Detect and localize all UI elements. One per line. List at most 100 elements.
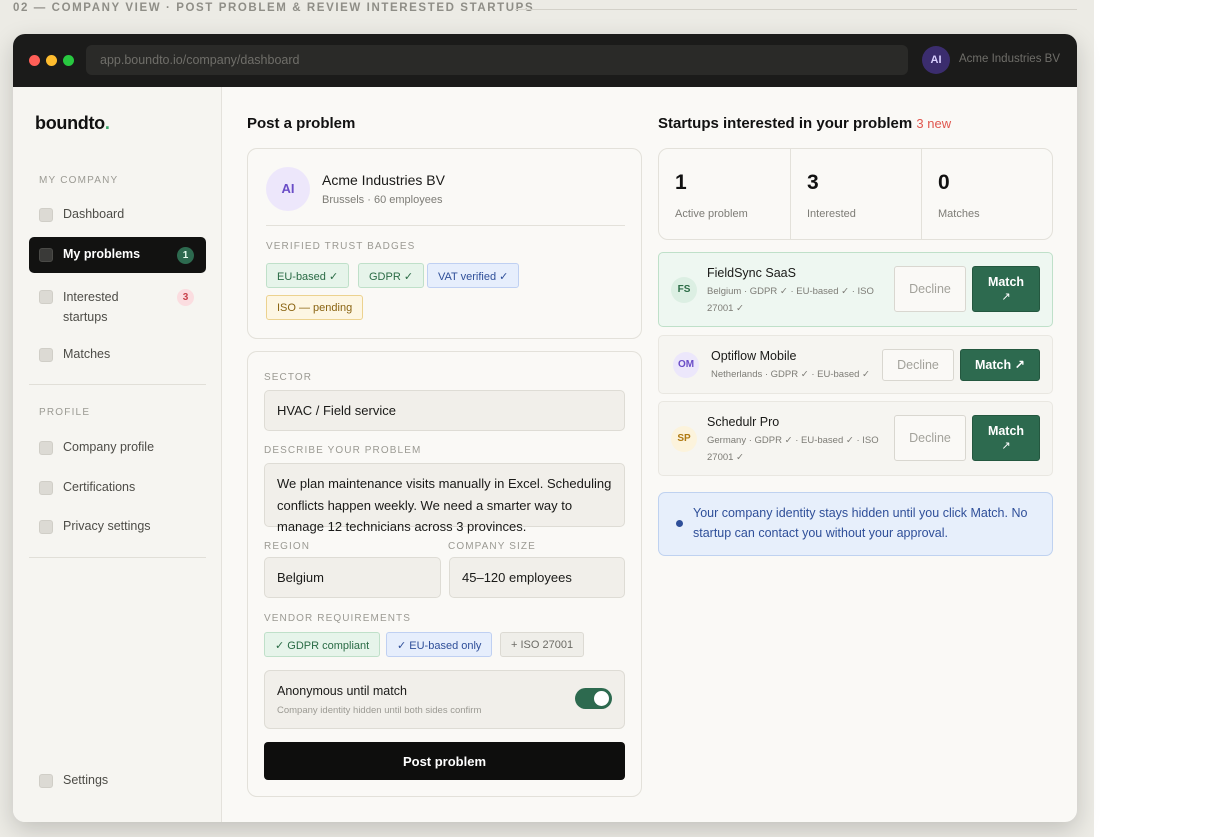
- company-avatar: AI: [266, 167, 310, 211]
- info-bullet-icon: [676, 520, 683, 527]
- vendor-requirements-label: VENDOR REQUIREMENTS: [264, 613, 412, 624]
- sector-label: SECTOR: [264, 372, 313, 383]
- vendor-iso-chip[interactable]: + ISO 27001: [500, 632, 585, 657]
- toggle-knob: [594, 691, 609, 706]
- user-name: Acme Industries BV: [959, 53, 1060, 65]
- sidebar-item-label: Interested startups: [63, 290, 119, 324]
- match-button[interactable]: Match ↗: [972, 415, 1040, 461]
- new-count-badge: 3 new: [916, 116, 952, 131]
- vendor-eu-chip[interactable]: ✓ EU-based only: [386, 632, 493, 657]
- stats-card: 1 Active problem 3 Interested 0 Matches: [658, 148, 1053, 240]
- caption-divider: [515, 9, 1077, 10]
- post-problem-button[interactable]: Post problem: [264, 742, 625, 780]
- privacy-info-banner: Your company identity stays hidden until…: [658, 492, 1053, 556]
- badge-vat-verified: VAT verified ✓: [427, 263, 520, 288]
- matches-icon: [39, 348, 53, 362]
- logo-dot: .: [104, 113, 110, 133]
- sidebar-item-certifications[interactable]: Certifications: [29, 470, 206, 506]
- company-name: Acme Industries BV: [322, 172, 445, 188]
- dashboard-icon: [39, 208, 53, 222]
- post-problem-title: Post a problem: [247, 115, 356, 132]
- stat-matches-label: Matches: [938, 208, 980, 220]
- startup-meta: Netherlands · GDPR ✓ · EU-based ✓: [711, 369, 870, 380]
- problem-form-card: SECTOR HVAC / Field service DESCRIBE YOU…: [247, 351, 642, 797]
- startup-name: Schedulr Pro: [707, 415, 780, 429]
- problems-icon: [39, 248, 53, 262]
- sidebar-item-label: Settings: [63, 773, 109, 787]
- startup-row: SP Schedulr Pro Germany · GDPR ✓ · EU-ba…: [658, 401, 1053, 476]
- sidebar-item-matches[interactable]: Matches: [29, 337, 206, 373]
- decline-button[interactable]: Decline: [894, 415, 966, 461]
- stat-separator: [790, 149, 791, 239]
- stat-active-label: Active problem: [675, 208, 748, 220]
- anonymous-title: Anonymous until match: [277, 684, 407, 698]
- settings-icon: [39, 774, 53, 788]
- card-divider: [266, 225, 625, 226]
- company-size-field[interactable]: 45–120 employees: [449, 557, 625, 598]
- match-label: Match: [987, 424, 1025, 438]
- stat-interested-label: Interested: [807, 208, 856, 220]
- sidebar-item-my-problems[interactable]: My problems 1: [29, 237, 206, 273]
- anonymous-toggle[interactable]: [575, 688, 612, 709]
- startup-row: OM Optiflow Mobile Netherlands · GDPR ✓ …: [658, 335, 1053, 394]
- startup-name: Optiflow Mobile: [711, 349, 797, 363]
- startup-meta: Germany · GDPR ✓ · EU-based ✓ · ISO 2700…: [707, 435, 879, 463]
- minimize-window-icon[interactable]: [46, 55, 57, 66]
- sector-field[interactable]: HVAC / Field service: [264, 390, 625, 431]
- sidebar-item-interested-startups[interactable]: Interested startups 3: [29, 281, 206, 325]
- interested-title: Startups interested in your problem 3 ne…: [658, 115, 951, 132]
- startup-avatar: FS: [671, 277, 697, 303]
- sidebar-item-dashboard[interactable]: Dashboard: [29, 197, 206, 233]
- sidebar-item-privacy-settings[interactable]: Privacy settings: [29, 509, 206, 545]
- close-window-icon[interactable]: [29, 55, 40, 66]
- anonymous-toggle-row: Anonymous until match Company identity h…: [264, 670, 625, 729]
- match-button[interactable]: Match ↗: [960, 349, 1040, 381]
- maximize-window-icon[interactable]: [63, 55, 74, 66]
- stat-matches-value: 0: [938, 171, 950, 194]
- company-card: AI Acme Industries BV Brussels · 60 empl…: [247, 148, 642, 339]
- certifications-icon: [39, 481, 53, 495]
- sidebar-item-label: Company profile: [63, 440, 155, 454]
- sidebar-item-label: Privacy settings: [63, 519, 151, 533]
- user-avatar[interactable]: AI: [922, 46, 950, 74]
- sidebar-divider: [29, 384, 206, 385]
- browser-titlebar: app.boundto.io/company/dashboard AI Acme…: [13, 34, 1077, 87]
- company-profile-icon: [39, 441, 53, 455]
- sidebar-item-label: Matches: [63, 347, 111, 361]
- match-button[interactable]: Match ↗: [972, 266, 1040, 312]
- decline-button[interactable]: Decline: [882, 349, 954, 381]
- stat-separator: [921, 149, 922, 239]
- startup-row: FS FieldSync SaaS Belgium · GDPR ✓ · EU-…: [658, 252, 1053, 327]
- privacy-icon: [39, 520, 53, 534]
- sidebar-divider: [29, 557, 206, 558]
- app-logo[interactable]: boundto.: [35, 113, 110, 134]
- startup-avatar: SP: [671, 426, 697, 452]
- sidebar-item-settings[interactable]: Settings: [29, 763, 206, 799]
- stage-background: 02 — COMPANY VIEW · POST PROBLEM & REVIE…: [0, 0, 1094, 837]
- describe-label: DESCRIBE YOUR PROBLEM: [264, 445, 422, 456]
- address-bar[interactable]: app.boundto.io/company/dashboard: [86, 45, 908, 75]
- problem-description-textarea[interactable]: We plan maintenance visits manually in E…: [264, 463, 625, 534]
- stat-active-value: 1: [675, 171, 687, 194]
- sidebar-item-company-profile[interactable]: Company profile: [29, 430, 206, 466]
- sidebar-item-label: Dashboard: [63, 207, 125, 221]
- sidebar-item-label: My problems: [63, 247, 141, 261]
- match-arrow-icon: ↗: [1001, 291, 1011, 303]
- section-label-profile: PROFILE: [39, 407, 91, 418]
- vendor-gdpr-chip[interactable]: ✓ GDPR compliant: [264, 632, 381, 657]
- stat-interested-value: 3: [807, 171, 819, 194]
- decline-button[interactable]: Decline: [894, 266, 966, 312]
- anonymous-subtitle: Company identity hidden until both sides…: [277, 705, 482, 716]
- startup-meta: Belgium · GDPR ✓ · EU-based ✓ · ISO 2700…: [707, 286, 874, 314]
- startups-icon: [39, 290, 53, 304]
- region-field[interactable]: Belgium: [264, 557, 441, 598]
- badge-eu-based: EU-based ✓: [266, 263, 350, 288]
- browser-window: app.boundto.io/company/dashboard AI Acme…: [13, 34, 1077, 822]
- problems-count-badge: 1: [177, 247, 194, 264]
- match-arrow-icon: ↗: [1001, 440, 1011, 452]
- badge-iso-pending: ISO — pending: [266, 295, 364, 320]
- sidebar: boundto. MY COMPANY Dashboard My problem…: [13, 87, 222, 822]
- interested-count-badge: 3: [177, 289, 194, 306]
- startup-name: FieldSync SaaS: [707, 266, 796, 280]
- interested-title-text: Startups interested in your problem: [658, 115, 913, 132]
